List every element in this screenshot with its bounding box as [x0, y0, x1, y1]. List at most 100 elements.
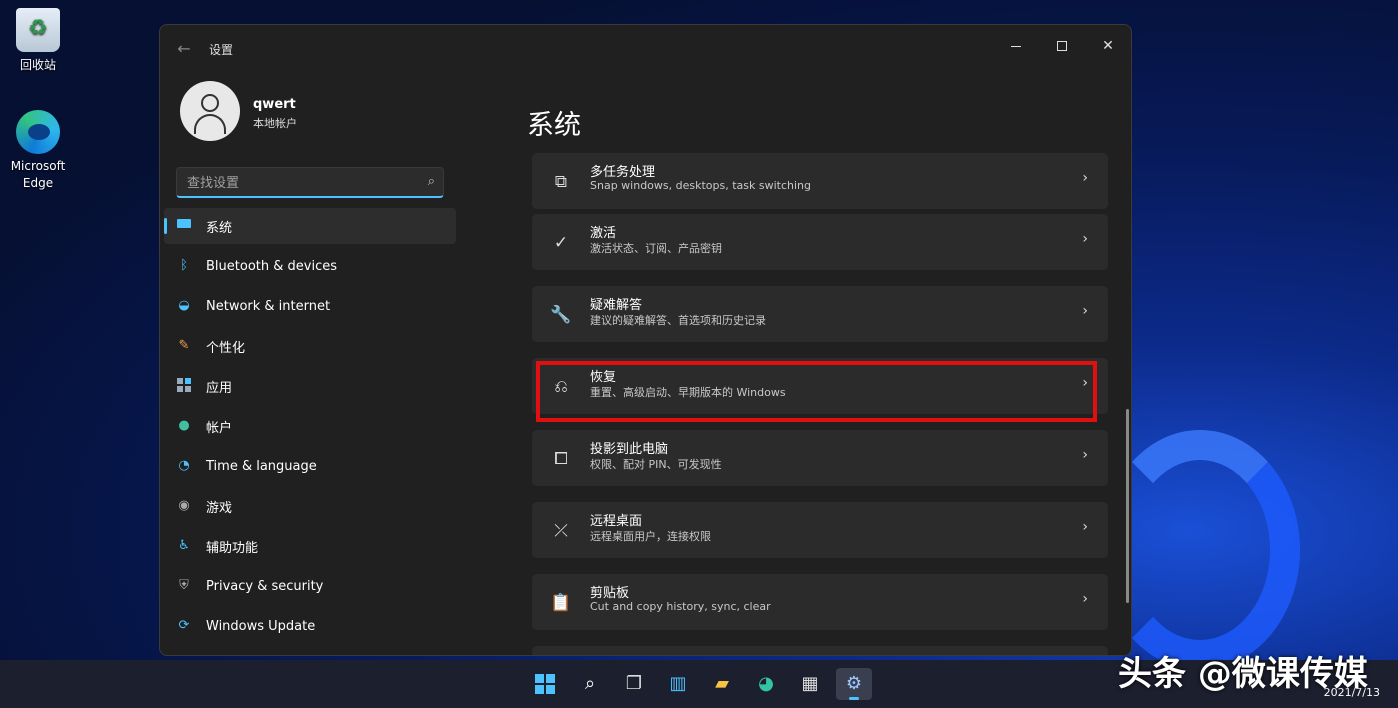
sidebar-item-accessibility[interactable]: ♿ 辅助功能 — [164, 528, 456, 564]
card-troubleshoot[interactable]: 🔧 疑难解答 建议的疑难解答、首选项和历史记录 › — [532, 286, 1108, 342]
card-subtitle: Snap windows, desktops, task switching — [590, 179, 812, 192]
card-remote-desktop[interactable]: ⤫ 远程桌面 远程桌面用户，连接权限 › — [532, 502, 1108, 558]
clipboard-icon: 📋 — [550, 593, 572, 613]
sidebar-item-windows-update[interactable]: ⟳ Windows Update — [164, 608, 456, 644]
brush-icon: ✎ — [178, 338, 190, 353]
store-button[interactable]: ▦ — [792, 668, 828, 700]
chevron-right-icon: › — [1082, 303, 1088, 319]
sidebar-item-label: Network & internet — [206, 298, 331, 314]
settings-icon: ⚙ — [845, 673, 863, 694]
sidebar-item-label: 辅助功能 — [206, 540, 259, 556]
minimize-icon — [1011, 45, 1021, 47]
start-icon — [535, 674, 555, 694]
store-icon: ▦ — [801, 673, 819, 694]
projection-icon: ⧠ — [554, 449, 568, 469]
wrench-icon: 🔧 — [550, 305, 572, 325]
sidebar-item-bluetooth[interactable]: ᛒ Bluetooth & devices — [164, 248, 456, 284]
sidebar-item-label: 游戏 — [206, 500, 233, 516]
widgets-button[interactable]: ▥ — [660, 668, 696, 700]
card-recovery[interactable]: ⎌ 恢复 重置、高级启动、早期版本的 Windows › — [532, 358, 1108, 422]
card-next[interactable] — [532, 646, 1108, 655]
bluetooth-icon: ᛒ — [180, 258, 188, 273]
scrollbar[interactable] — [1126, 409, 1129, 603]
sidebar-item-label: 应用 — [206, 380, 233, 396]
gamepad-icon: ◉ — [178, 498, 190, 513]
minimize-button[interactable] — [993, 31, 1039, 61]
chevron-right-icon: › — [1082, 591, 1088, 607]
back-arrow-icon[interactable]: ← — [174, 39, 194, 59]
apps-icon — [176, 378, 192, 394]
start-button[interactable] — [527, 668, 563, 700]
wifi-icon: ◒ — [178, 298, 190, 313]
search-input[interactable] — [187, 174, 407, 192]
edge-icon — [16, 110, 60, 154]
card-subtitle: Cut and copy history, sync, clear — [590, 600, 771, 613]
sidebar-item-gaming[interactable]: ◉ 游戏 — [164, 488, 456, 524]
chevron-right-icon: › — [1082, 519, 1088, 535]
card-title: 多任务处理 — [590, 165, 656, 180]
sidebar-item-privacy[interactable]: ⛨ Privacy & security — [164, 568, 456, 604]
card-title: 疑难解答 — [590, 298, 643, 313]
sidebar-item-label: 个性化 — [206, 340, 246, 356]
user-name: qwert — [253, 97, 296, 112]
edge-icon: ◕ — [758, 673, 774, 694]
desktop-icon-label: 回收站 — [19, 58, 56, 72]
remote-desktop-icon: ⤫ — [554, 521, 568, 541]
avatar-body — [194, 114, 226, 134]
sidebar-item-label: 系统 — [206, 220, 233, 236]
sidebar-item-time-language[interactable]: ◔ Time & language — [164, 448, 456, 484]
settings-taskbar-button[interactable]: ⚙ — [836, 668, 872, 700]
settings-list: ⧉ 多任务处理 Snap windows, desktops, task swi… — [532, 153, 1108, 655]
highlight-box — [536, 361, 1097, 422]
avatar[interactable] — [180, 81, 240, 141]
search-icon: ⌕ — [584, 673, 596, 694]
user-account-type: 本地帐户 — [253, 117, 297, 130]
update-icon: ⟳ — [178, 618, 190, 633]
chevron-right-icon: › — [1082, 231, 1088, 247]
multitasking-icon: ⧉ — [554, 172, 568, 192]
file-explorer-button[interactable]: ▰ — [704, 668, 740, 700]
card-title: 远程桌面 — [590, 514, 643, 529]
close-button[interactable]: ✕ — [1085, 31, 1131, 61]
shield-icon: ⛨ — [179, 578, 189, 593]
task-view-icon: ❐ — [625, 673, 643, 694]
sidebar-item-apps[interactable]: 应用 — [164, 368, 456, 404]
maximize-icon — [1057, 41, 1067, 51]
title-bar: ← 设置 ✕ — [160, 25, 1131, 73]
window-title: 设置 — [209, 43, 234, 57]
edge-button[interactable]: ◕ — [748, 668, 784, 700]
system-icon — [176, 218, 192, 234]
search-box[interactable]: ⌕ — [176, 167, 444, 198]
card-projection[interactable]: ⧠ 投影到此电脑 权限、配对 PIN、可发现性 › — [532, 430, 1108, 486]
search-icon[interactable]: ⌕ — [428, 174, 435, 189]
user-avatar-icon — [201, 94, 219, 112]
check-circle-icon: ✓ — [553, 233, 569, 253]
account-icon: ● — [178, 418, 190, 433]
page-title: 系统 — [527, 110, 581, 141]
widgets-icon: ▥ — [669, 673, 687, 694]
task-view-button[interactable]: ❐ — [616, 668, 652, 700]
sidebar-item-personalization[interactable]: ✎ 个性化 — [164, 328, 456, 364]
sidebar-item-system[interactable]: 系统 — [164, 208, 456, 244]
card-title: 投影到此电脑 — [590, 442, 669, 457]
sidebar-item-network[interactable]: ◒ Network & internet — [164, 288, 456, 324]
card-clipboard[interactable]: 📋 剪贴板 Cut and copy history, sync, clear … — [532, 574, 1108, 630]
card-subtitle: 建议的疑难解答、首选项和历史记录 — [590, 314, 766, 327]
sidebar-item-accounts[interactable]: ● 帐户 — [164, 408, 456, 444]
close-icon: ✕ — [1102, 38, 1114, 54]
maximize-button[interactable] — [1039, 31, 1085, 61]
sidebar-item-label: Privacy & security — [206, 578, 324, 594]
accessibility-icon: ♿ — [178, 538, 190, 553]
sidebar-item-label: Time & language — [206, 458, 317, 474]
card-subtitle: 激活状态、订阅、产品密钥 — [590, 242, 722, 255]
desktop-icon-recycle-bin[interactable]: 回收站 — [2, 8, 74, 73]
card-multitasking[interactable]: ⧉ 多任务处理 Snap windows, desktops, task swi… — [532, 153, 1108, 209]
card-subtitle: 远程桌面用户，连接权限 — [590, 530, 711, 543]
chevron-right-icon: › — [1082, 447, 1088, 463]
chevron-right-icon: › — [1082, 170, 1088, 186]
globe-clock-icon: ◔ — [178, 458, 190, 473]
desktop-icon-edge[interactable]: Microsoft Edge — [2, 110, 74, 192]
card-activation[interactable]: ✓ 激活 激活状态、订阅、产品密钥 › — [532, 214, 1108, 270]
taskbar-search-button[interactable]: ⌕ — [572, 668, 608, 700]
card-title: 剪贴板 — [590, 586, 630, 601]
